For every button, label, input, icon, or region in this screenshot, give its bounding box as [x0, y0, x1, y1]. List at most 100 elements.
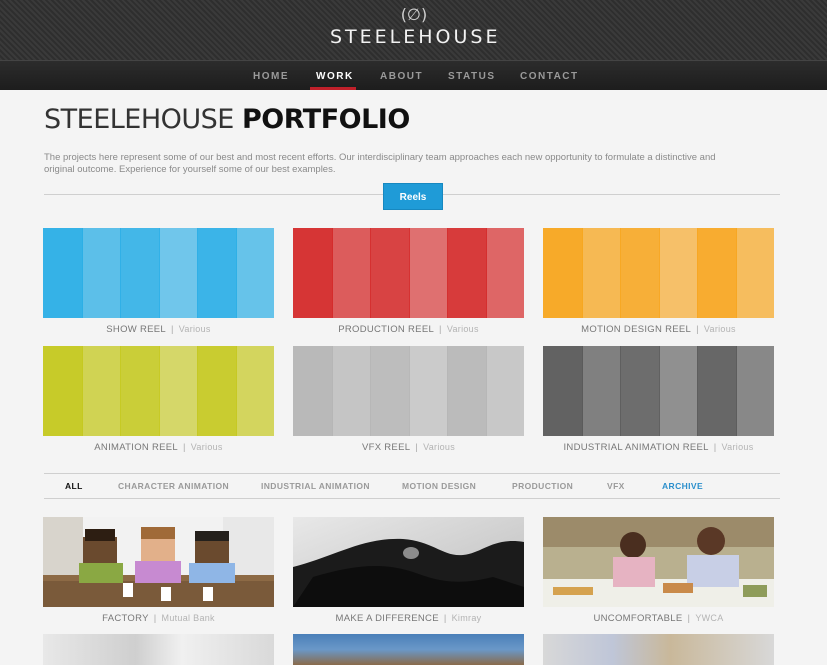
reel-thumbnail-strip: [697, 346, 737, 436]
reel-thumbnail[interactable]: [543, 346, 774, 436]
project-thumbnail-partial[interactable]: [43, 634, 274, 665]
reel-client: Various: [423, 442, 456, 452]
reel-thumbnail[interactable]: [43, 346, 274, 436]
nav-contact[interactable]: CONTACT: [520, 71, 579, 82]
reel-thumbnail[interactable]: [43, 228, 274, 318]
reel-thumbnail-strip: [331, 228, 371, 318]
site-header: (∅) STEELEHOUSE: [0, 0, 827, 60]
project-tile-uncomfortable[interactable]: UNCOMFORTABLE | YWCA: [543, 517, 774, 624]
reel-thumbnail-strip: [370, 228, 410, 318]
reel-thumbnail-strip: [43, 228, 83, 318]
reel-caption: ANIMATION REEL | Various: [94, 442, 223, 453]
reel-thumbnail-strip: [735, 228, 774, 318]
reel-thumbnail-strip: [581, 228, 621, 318]
filter-character-animation[interactable]: CHARACTER ANIMATION: [118, 481, 229, 491]
reel-thumbnail-strip: [81, 346, 121, 436]
reel-thumbnail-strip: [408, 346, 448, 436]
reel-thumbnail-strip: [158, 228, 198, 318]
reel-caption: MOTION DESIGN REEL | Various: [581, 324, 736, 335]
filter-motion-design[interactable]: MOTION DESIGN: [402, 481, 476, 491]
reel-client: Various: [721, 442, 754, 452]
page-title: STEELEHOUSE PORTFOLIO: [44, 104, 410, 135]
reel-thumbnail-strip: [735, 346, 774, 436]
project-client: YWCA: [695, 613, 724, 623]
reel-thumbnail-strip: [485, 346, 524, 436]
reel-thumbnail-strip: [658, 346, 698, 436]
project-title: MAKE A DIFFERENCE: [335, 613, 439, 624]
reel-title: SHOW REEL: [106, 324, 166, 335]
reel-title: ANIMATION REEL: [94, 442, 178, 453]
reel-caption: PRODUCTION REEL | Various: [338, 324, 479, 335]
reel-thumbnail-strip: [197, 346, 237, 436]
gloved-hand-image: [293, 517, 524, 607]
nav-work[interactable]: WORK: [316, 71, 354, 82]
project-thumbnail[interactable]: [543, 517, 774, 607]
reel-caption: INDUSTRIAL ANIMATION REEL | Various: [563, 442, 754, 453]
reel-tile-show[interactable]: SHOW REEL | Various: [43, 228, 274, 335]
filter-top-rule: [44, 473, 780, 474]
project-tile-make-a-difference[interactable]: MAKE A DIFFERENCE | Kimray: [293, 517, 524, 624]
project-thumbnail[interactable]: [293, 517, 524, 607]
reel-thumbnail-strip: [543, 228, 583, 318]
reel-client: Various: [703, 324, 736, 334]
reel-thumbnail-strip: [620, 228, 660, 318]
filter-industrial-animation[interactable]: INDUSTRIAL ANIMATION: [261, 481, 370, 491]
project-title: UNCOMFORTABLE: [593, 613, 683, 624]
reel-thumbnail-strip: [408, 228, 448, 318]
page-title-bold: PORTFOLIO: [241, 104, 410, 135]
reel-thumbnail-strip: [370, 346, 410, 436]
reel-tile-production[interactable]: PRODUCTION REEL | Various: [293, 228, 524, 335]
filter-archive[interactable]: ARCHIVE: [662, 481, 703, 491]
project-thumbnail[interactable]: [43, 517, 274, 607]
nav-about[interactable]: ABOUT: [380, 71, 423, 82]
reel-thumbnail-strip: [293, 346, 333, 436]
project-caption: UNCOMFORTABLE | YWCA: [593, 613, 724, 624]
reel-thumbnail[interactable]: [293, 228, 524, 318]
reel-thumbnail-strip: [543, 346, 583, 436]
reel-thumbnail-strip: [197, 228, 237, 318]
reel-thumbnail-strip: [620, 346, 660, 436]
reel-thumbnail-strip: [331, 346, 371, 436]
reel-tile-animation[interactable]: ANIMATION REEL | Various: [43, 346, 274, 453]
reel-title: PRODUCTION REEL: [338, 324, 435, 335]
reel-title: VFX REEL: [361, 442, 411, 453]
reel-client: Various: [190, 442, 223, 452]
page-title-light: STEELEHOUSE: [44, 104, 234, 135]
dinner-scene-image: [543, 517, 774, 607]
nav-status[interactable]: STATUS: [448, 71, 496, 82]
project-thumbnail-partial[interactable]: [543, 634, 774, 665]
main-nav: HOME WORK ABOUT STATUS CONTACT: [0, 60, 827, 90]
reel-thumbnail-strip: [43, 346, 83, 436]
reel-thumbnail-strip: [485, 228, 524, 318]
filter-bottom-rule: [44, 498, 780, 499]
nav-home[interactable]: HOME: [253, 71, 289, 82]
reel-thumbnail-strip: [120, 228, 160, 318]
reel-tile-industrial-animation[interactable]: INDUSTRIAL ANIMATION REEL | Various: [543, 346, 774, 453]
filter-all[interactable]: ALL: [65, 481, 83, 491]
reel-thumbnail-strip: [697, 228, 737, 318]
reel-thumbnail-strip: [235, 346, 274, 436]
filter-production[interactable]: PRODUCTION: [512, 481, 573, 491]
reel-thumbnail-strip: [120, 346, 160, 436]
project-caption: FACTORY | Mutual Bank: [102, 613, 215, 624]
filter-vfx[interactable]: VFX: [607, 481, 625, 491]
reel-client: Various: [446, 324, 479, 334]
site-logo[interactable]: STEELEHOUSE: [330, 26, 497, 48]
reel-tile-vfx[interactable]: VFX REEL | Various: [293, 346, 524, 453]
reel-tile-motion-design[interactable]: MOTION DESIGN REEL | Various: [543, 228, 774, 335]
project-tile-factory[interactable]: FACTORY | Mutual Bank: [43, 517, 274, 624]
reel-thumbnail-strip: [81, 228, 121, 318]
reel-thumbnail[interactable]: [543, 228, 774, 318]
reels-tab[interactable]: Reels: [383, 183, 443, 210]
factory-scene-image: [43, 517, 274, 607]
reel-caption: SHOW REEL | Various: [106, 324, 211, 335]
reel-title: INDUSTRIAL ANIMATION REEL: [563, 442, 709, 453]
project-thumbnail-partial[interactable]: [293, 634, 524, 665]
logo-icon[interactable]: (∅): [396, 5, 432, 25]
intro-text: The projects here represent some of our …: [44, 152, 716, 175]
reel-thumbnail-strip: [581, 346, 621, 436]
project-client: Mutual Bank: [161, 613, 215, 623]
reel-thumbnail-strip: [447, 228, 487, 318]
reel-client: Various: [178, 324, 211, 334]
reel-thumbnail[interactable]: [293, 346, 524, 436]
